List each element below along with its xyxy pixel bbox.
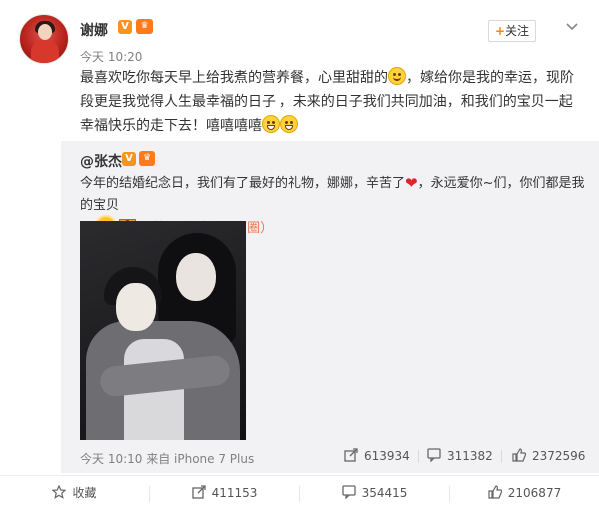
repost-comment-stat[interactable]: 311382: [427, 447, 493, 465]
post-text: 最喜欢吃你每天早上给我煮的营养餐，心里甜甜的 ，嫁给你是我的幸运，现阶段更是我觉得…: [80, 66, 585, 138]
avatar[interactable]: [19, 14, 69, 64]
verified-badge: V: [122, 152, 136, 166]
repost-like-count: 2372596: [532, 449, 586, 463]
comment-icon: [341, 485, 356, 499]
verified-badge: V: [118, 20, 132, 34]
repost-author-name[interactable]: @张杰: [80, 151, 122, 171]
post-author-name[interactable]: 谢娜: [80, 20, 108, 40]
like-icon: [488, 485, 502, 499]
repost-text-part1: 今年的结婚纪念日，我们有了最好的礼物，娜娜，辛苦了: [80, 176, 406, 191]
vip-badge-icon: ♛: [136, 19, 153, 34]
repost-count: 411153: [211, 486, 258, 500]
repost-photo[interactable]: [80, 221, 246, 440]
favorite-label: 收藏: [72, 486, 97, 500]
share-icon: [344, 448, 358, 462]
follow-plus: +: [494, 24, 506, 38]
repost-share-count: 613934: [364, 449, 410, 463]
follow-button[interactable]: +关注: [488, 20, 536, 42]
smile-emoji-icon: [388, 67, 406, 85]
post-time[interactable]: 今天 10:20: [80, 48, 142, 65]
repost-card: @张杰 V ♛ 今年的结婚纪念日，我们有了最好的礼物，娜娜，辛苦了❤，永远爱你~…: [61, 141, 599, 473]
grin-emoji-icon: [262, 115, 280, 133]
share-icon: [191, 485, 206, 499]
post-text-part1: 最喜欢吃你每天早上给我煮的营养餐，心里甜甜的: [80, 70, 388, 86]
chevron-down-icon[interactable]: [566, 20, 578, 32]
comment-count: 354415: [361, 486, 408, 500]
like-count: 2106877: [507, 486, 562, 500]
heart-emoji-icon: ❤: [405, 174, 418, 192]
comment-icon: [427, 448, 441, 462]
repost-like-stat[interactable]: 2372596: [512, 447, 585, 465]
grin-emoji-icon: [280, 115, 298, 133]
repost-share-stat[interactable]: 613934: [344, 447, 410, 465]
like-button[interactable]: 2106877: [450, 476, 599, 511]
star-icon: [52, 485, 67, 499]
comment-button[interactable]: 354415: [300, 476, 449, 511]
vip-badge-icon: ♛: [139, 151, 155, 166]
favorite-button[interactable]: 收藏: [0, 476, 149, 511]
like-icon: [512, 448, 526, 462]
repost-time-source[interactable]: 今天 10:10 来自 iPhone 7 Plus: [80, 450, 254, 467]
repost-comment-count: 311382: [447, 449, 493, 463]
follow-label: 关注: [505, 24, 530, 38]
repost-button[interactable]: 411153: [150, 476, 299, 511]
